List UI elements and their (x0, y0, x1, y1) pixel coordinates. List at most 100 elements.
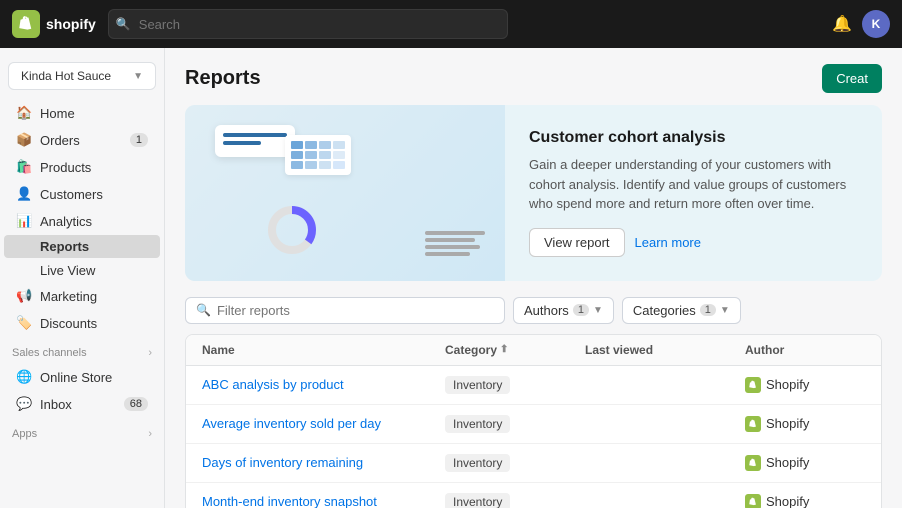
customers-icon: 👤 (16, 186, 32, 202)
preview-line (425, 252, 470, 256)
topbar: shopify 🔍 🔔 K (0, 0, 902, 48)
category-badge: Inventory (445, 376, 510, 394)
col-header-category[interactable]: Category ⬆ (445, 343, 585, 357)
report-name-link[interactable]: ABC analysis by product (202, 377, 445, 392)
grid-cell (291, 141, 303, 149)
banner-card (215, 125, 295, 157)
report-author: Shopify (745, 494, 865, 508)
apps-label: Apps (12, 428, 37, 440)
store-selector[interactable]: Kinda Hot Sauce ▼ (8, 62, 156, 90)
author-name: Shopify (766, 377, 809, 392)
sidebar-item-marketing[interactable]: 📢 Marketing (4, 283, 160, 309)
filter-bar: 🔍 Authors 1 ▼ Categories 1 ▼ (165, 297, 902, 334)
sidebar-item-orders[interactable]: 📦 Orders 1 (4, 127, 160, 153)
orders-badge: 1 (130, 133, 148, 147)
col-header-author: Author (745, 343, 865, 357)
sidebar-item-online-store[interactable]: 🌐 Online Store (4, 364, 160, 390)
inbox-icon: 💬 (16, 396, 32, 412)
preview-line (425, 245, 480, 249)
create-button[interactable]: Creat (822, 64, 882, 93)
authors-count-badge: 1 (573, 304, 589, 316)
report-category: Inventory (445, 376, 585, 394)
sidebar-item-discounts[interactable]: 🏷️ Discounts (4, 310, 160, 336)
search-input[interactable] (108, 9, 508, 39)
products-icon: 🛍️ (16, 159, 32, 175)
home-icon: 🏠 (16, 105, 32, 121)
discounts-icon: 🏷️ (16, 315, 32, 331)
shopify-author-icon (745, 377, 761, 393)
layout: Kinda Hot Sauce ▼ 🏠 Home 📦 Orders 1 🛍️ P… (0, 48, 902, 508)
author-name: Shopify (766, 494, 809, 508)
orders-icon: 📦 (16, 132, 32, 148)
sidebar-item-products[interactable]: 🛍️ Products (4, 154, 160, 180)
report-category: Inventory (445, 454, 585, 472)
shopify-author-icon (745, 494, 761, 508)
sidebar-item-reports[interactable]: Reports (4, 235, 160, 258)
page-header: Reports Creat (165, 48, 902, 105)
shopify-logo-icon (12, 10, 40, 38)
report-name-link[interactable]: Month-end inventory snapshot (202, 494, 445, 508)
grid-cell (333, 161, 345, 169)
categories-label: Categories (633, 303, 696, 318)
report-category: Inventory (445, 415, 585, 433)
banner-visual (185, 105, 505, 281)
sidebar-item-home[interactable]: 🏠 Home (4, 100, 160, 126)
banner-title: Customer cohort analysis (529, 129, 858, 147)
table-header: Name Category ⬆ Last viewed Author (186, 335, 881, 366)
col-header-last-viewed: Last viewed (585, 343, 745, 357)
sidebar-item-label: Discounts (40, 316, 97, 331)
logo-text: shopify (46, 16, 96, 32)
shopify-author-icon (745, 416, 761, 432)
text-lines-preview (425, 231, 485, 256)
grid-cell (305, 151, 317, 159)
view-report-button[interactable]: View report (529, 228, 625, 257)
sidebar-item-analytics[interactable]: 📊 Analytics (4, 208, 160, 234)
inbox-badge: 68 (124, 397, 148, 411)
authors-filter-button[interactable]: Authors 1 ▼ (513, 297, 614, 324)
sidebar-item-label: Analytics (40, 214, 92, 229)
filter-reports-input[interactable] (217, 303, 494, 318)
grid-cell (291, 161, 303, 169)
categories-arrow-icon: ▼ (720, 305, 730, 316)
sort-icon: ⬆ (500, 344, 508, 355)
report-name-link[interactable]: Days of inventory remaining (202, 455, 445, 470)
table-row: Month-end inventory snapshot Inventory S… (186, 483, 881, 508)
grid-cell (319, 151, 331, 159)
report-name-link[interactable]: Average inventory sold per day (202, 416, 445, 431)
sidebar-item-label: Orders (40, 133, 80, 148)
banner-actions: View report Learn more (529, 228, 858, 257)
sales-channels-section: Sales channels › (0, 337, 164, 363)
banner-content: Customer cohort analysis Gain a deeper u… (505, 105, 882, 281)
shopify-author-icon (745, 455, 761, 471)
preview-line (425, 231, 485, 235)
sidebar-item-customers[interactable]: 👤 Customers (4, 181, 160, 207)
sales-channels-label: Sales channels (12, 347, 87, 359)
logo: shopify (12, 10, 96, 38)
report-author: Shopify (745, 377, 865, 393)
avatar[interactable]: K (862, 10, 890, 38)
table-row: Average inventory sold per day Inventory… (186, 405, 881, 444)
category-badge: Inventory (445, 493, 510, 508)
online-store-icon: 🌐 (16, 369, 32, 385)
analytics-icon: 📊 (16, 213, 32, 229)
sidebar-sub-label: Reports (40, 239, 89, 254)
table-body: ABC analysis by product Inventory Shopif… (186, 366, 881, 508)
sidebar: Kinda Hot Sauce ▼ 🏠 Home 📦 Orders 1 🛍️ P… (0, 48, 165, 508)
topbar-right: 🔔 K (832, 10, 890, 38)
sidebar-item-label: Products (40, 160, 91, 175)
sidebar-sub-label: Live View (40, 263, 95, 278)
sidebar-item-label: Customers (40, 187, 103, 202)
apps-arrow-icon[interactable]: › (148, 428, 152, 440)
learn-more-link[interactable]: Learn more (635, 235, 701, 250)
categories-filter-button[interactable]: Categories 1 ▼ (622, 297, 741, 324)
grid-cell (333, 141, 345, 149)
page-title: Reports (185, 67, 261, 90)
section-arrow-icon[interactable]: › (148, 347, 152, 359)
report-author: Shopify (745, 416, 865, 432)
cohort-banner: Customer cohort analysis Gain a deeper u… (185, 105, 882, 281)
sidebar-item-inbox[interactable]: 💬 Inbox 68 (4, 391, 160, 417)
bell-icon[interactable]: 🔔 (832, 14, 852, 34)
report-category: Inventory (445, 493, 585, 508)
grid-cell (305, 161, 317, 169)
sidebar-item-live-view[interactable]: Live View (4, 259, 160, 282)
